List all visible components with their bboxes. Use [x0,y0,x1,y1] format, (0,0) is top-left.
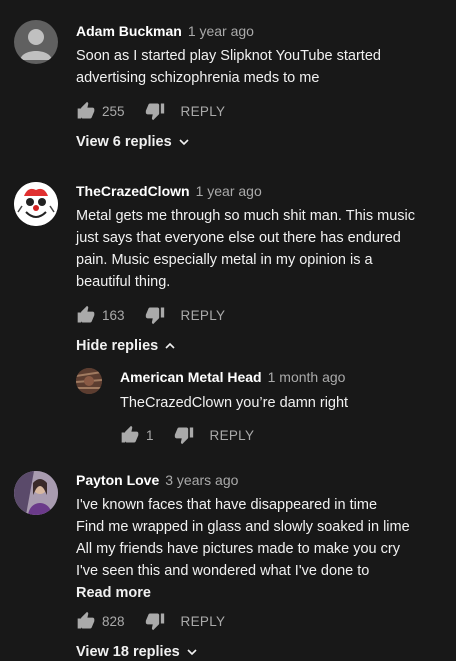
comment-line: advertising schizophrenia meds to me [76,70,320,86]
reply-header: American Metal Head 1 month ago [120,369,345,385]
comment-line: Soon as I started play Slipknot YouTube … [76,48,381,64]
comment-line: pain. Music especially metal in my opini… [76,252,373,268]
comment-line: I've seen this and wondered what I've do… [76,563,370,579]
avatar-american-metal-head[interactable] [76,368,102,394]
hide-replies-button[interactable]: Hide replies [76,338,176,354]
avatar-payton-love[interactable] [14,471,58,515]
thumbs-down-icon[interactable] [174,425,194,445]
comment-line: All my friends have pictures made to mak… [76,541,400,557]
view-replies-button[interactable]: View 6 replies [76,134,190,150]
view-replies-label: View 6 replies [76,134,172,150]
thumbs-down-icon[interactable] [145,611,165,631]
comment-time[interactable]: 1 year ago [196,183,262,199]
comment-author[interactable]: Payton Love [76,472,159,488]
clown-avatar-icon [14,182,58,226]
like-count: 255 [102,103,125,119]
comment-actions: 163 REPLY [76,305,225,325]
view-replies-label: View 18 replies [76,644,180,660]
comment-actions: 828 REPLY [76,611,225,631]
view-replies-button[interactable]: View 18 replies [76,644,198,660]
thumbs-up-icon[interactable] [76,305,96,325]
reply-button[interactable]: REPLY [181,614,226,629]
reply-actions: 1 REPLY [120,425,254,445]
chevron-down-icon [179,139,189,146]
hide-replies-label: Hide replies [76,338,159,354]
reply-line: TheCrazedClown you’re damn right [120,395,349,411]
thumbs-up-icon[interactable] [76,101,96,121]
chevron-up-icon [165,342,175,349]
like-count: 828 [102,613,125,629]
reply-button[interactable]: REPLY [181,308,226,323]
comment-text: Soon as I started play Slipknot YouTube … [76,45,381,89]
like-count: 1 [146,427,154,443]
avatar-thecrazedclown[interactable] [14,182,58,226]
thumbs-down-icon[interactable] [145,101,165,121]
comment-author[interactable]: TheCrazedClown [76,183,190,199]
default-avatar-icon [20,29,52,60]
metal-head-avatar-icon [76,368,102,394]
thumbs-up-icon[interactable] [120,425,140,445]
comment-line: just says that everyone else out there h… [76,230,401,246]
thumbs-down-icon[interactable] [145,305,165,325]
comment-line: beautiful thing. [76,274,171,290]
comment-line: I've known faces that have disappeared i… [76,497,378,513]
comment-time[interactable]: 3 years ago [165,472,238,488]
reply-text: TheCrazedClown you’re damn right [120,392,348,414]
avatar-adam-buckman[interactable] [14,20,58,64]
chevron-down-icon [187,649,197,656]
comment-header: Adam Buckman 1 year ago [76,23,254,39]
comment-line: Metal gets me through so much shit man. … [76,208,416,224]
reply-button[interactable]: REPLY [210,428,255,443]
comment-text: Metal gets me through so much shit man. … [76,205,415,293]
reply-time[interactable]: 1 month ago [268,369,346,385]
comment-author[interactable]: Adam Buckman [76,23,182,39]
comment-time[interactable]: 1 year ago [188,23,254,39]
comment-text: I've known faces that have disappeared i… [76,494,410,604]
read-more-link[interactable]: Read more [76,582,410,604]
reply-author[interactable]: American Metal Head [120,369,262,385]
profile-photo-icon [14,471,58,515]
reply-button[interactable]: REPLY [181,104,226,119]
comment-header: TheCrazedClown 1 year ago [76,183,262,199]
comment-header: Payton Love 3 years ago [76,472,238,488]
comment-actions: 255 REPLY [76,101,225,121]
like-count: 163 [102,307,125,323]
thumbs-up-icon[interactable] [76,611,96,631]
comment-line: Find me wrapped in glass and slowly soak… [76,519,410,535]
